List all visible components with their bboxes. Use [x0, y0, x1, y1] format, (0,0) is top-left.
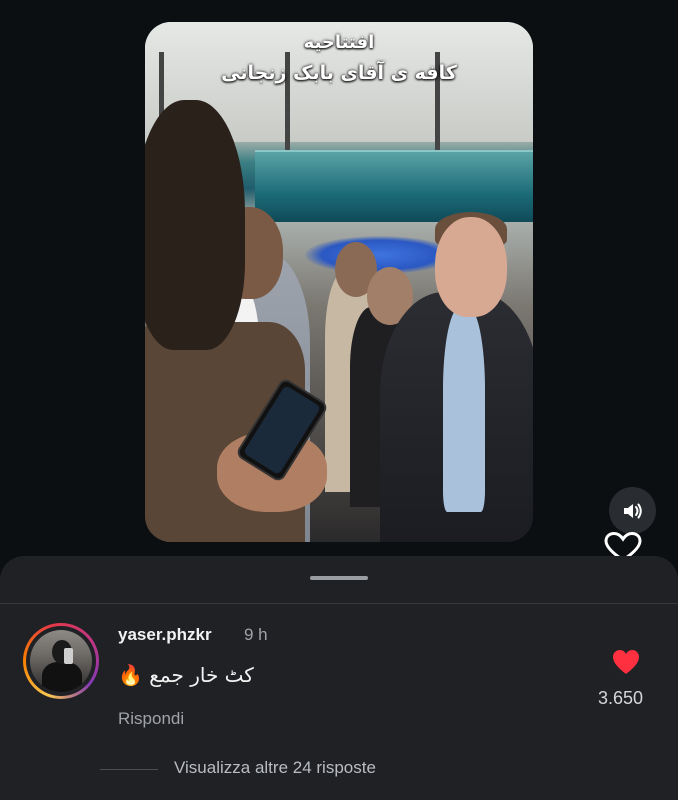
- reel-video[interactable]: افتتاحیه کافه ی آقای بابک زنجانی: [145, 22, 533, 542]
- avatar: [30, 630, 92, 692]
- comment-timestamp: 9 h: [244, 625, 268, 644]
- sheet-divider: [0, 603, 678, 604]
- speaker-icon: [623, 503, 642, 518]
- video-scene-sculpture: [305, 236, 455, 274]
- video-person-head: [435, 217, 507, 317]
- video-caption-line2: کافه ی آقای بابک زنجانی: [221, 62, 457, 84]
- avatar-story-ring[interactable]: [23, 623, 99, 699]
- comment-username[interactable]: yaser.phzkr: [118, 625, 212, 645]
- video-scene-aquarium: [255, 150, 533, 222]
- sound-toggle-button[interactable]: [609, 487, 656, 534]
- like-count: 3.650: [598, 688, 644, 708]
- comments-sheet: yaser.phzkr 9 h کٹ خار جمع 🔥 Rispondi 3.…: [0, 556, 678, 800]
- view-more-replies-button[interactable]: Visualizza altre 24 risposte: [174, 758, 376, 778]
- comment-text: کٹ خار جمع 🔥: [118, 663, 254, 687]
- replies-connector-line: [100, 769, 158, 770]
- reel-feed: افتتاحیه کافه ی آقای بابک زنجانی: [0, 0, 678, 562]
- video-person-head: [145, 100, 245, 350]
- video-caption-line1: افتتاحیه: [303, 32, 375, 53]
- video-person-shirt: [443, 307, 485, 512]
- heart-filled-icon[interactable]: [611, 648, 641, 676]
- reply-button[interactable]: Rispondi: [118, 709, 184, 729]
- sheet-drag-handle[interactable]: [310, 576, 368, 580]
